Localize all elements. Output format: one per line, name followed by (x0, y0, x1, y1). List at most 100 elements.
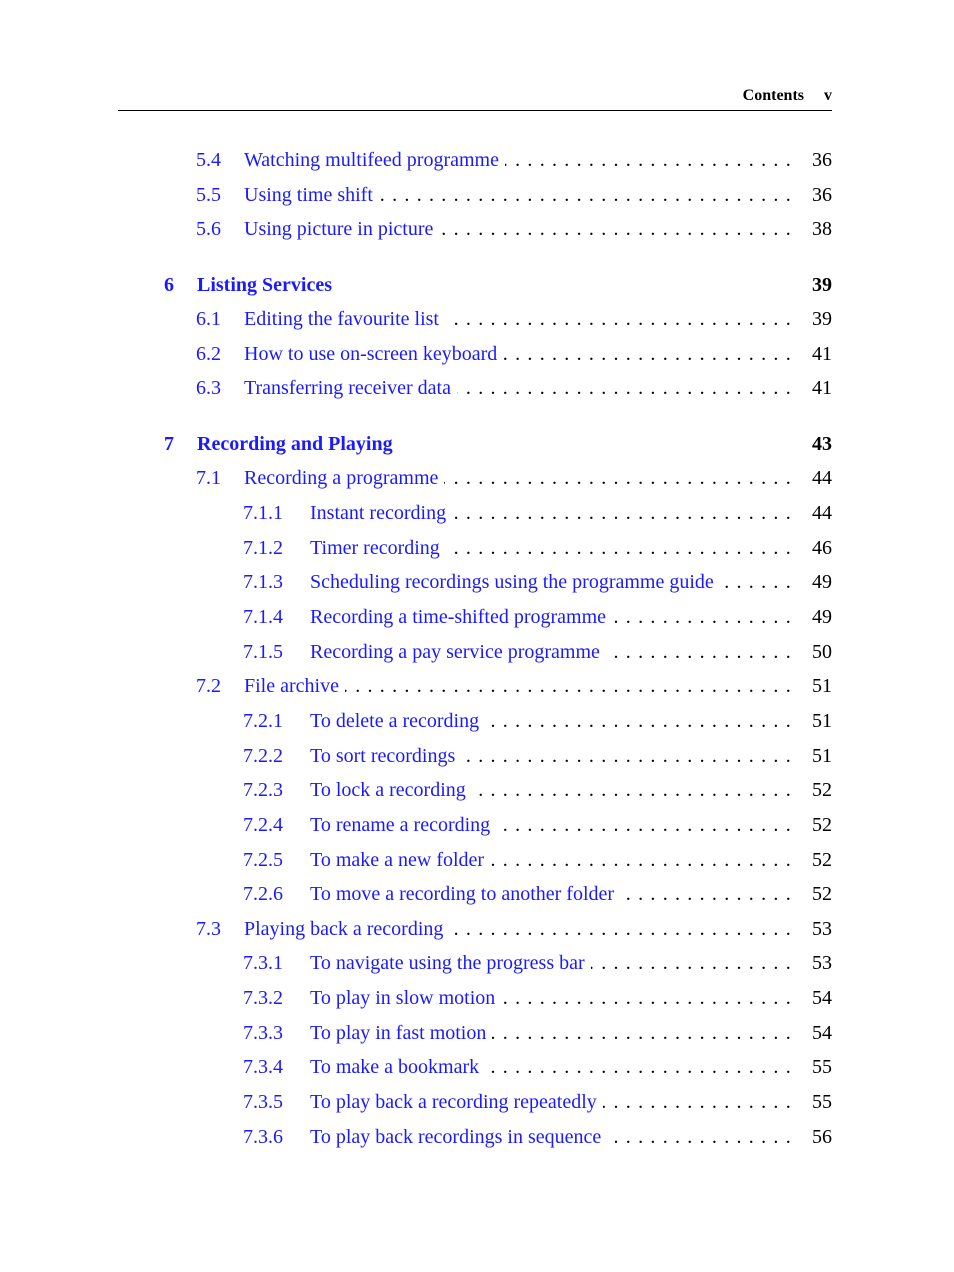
toc-chapter-entry[interactable]: 7 Recording and Playing 43 (0, 429, 954, 459)
toc-chapter-entry[interactable]: 6 Listing Services 39 (0, 270, 954, 300)
toc-entry-title[interactable]: File archive (244, 671, 345, 701)
toc-entry-title[interactable]: To lock a recording (310, 775, 472, 805)
toc-entry-title[interactable]: To make a bookmark (310, 1052, 486, 1082)
toc-entry-page: 55 (812, 1056, 832, 1078)
toc-section-entry[interactable]: 7.2.3...................................… (0, 775, 954, 805)
toc-entry-page: 46 (812, 537, 832, 559)
toc-section-entry[interactable]: 6.2.....................................… (0, 339, 954, 369)
toc-entry-title[interactable]: To play in fast motion (310, 1018, 493, 1048)
toc-entry-number[interactable]: 5.5 (196, 180, 221, 210)
toc-entry-page: 53 (812, 918, 832, 940)
toc-section-entry[interactable]: 7.3.3...................................… (0, 1018, 954, 1048)
toc-entry-number[interactable]: 7.2 (196, 671, 221, 701)
toc-entry-number[interactable]: 6.2 (196, 339, 221, 369)
toc-entry-number[interactable]: 7.2.6 (243, 879, 283, 909)
toc-entry-title[interactable]: Instant recording (310, 498, 453, 528)
toc-entry-number[interactable]: 7.3.1 (243, 948, 283, 978)
toc-entry-number[interactable]: 7.3.4 (243, 1052, 283, 1082)
toc-entry-number[interactable]: 7.1.5 (243, 637, 283, 667)
toc-section-entry[interactable]: 7.2.4...................................… (0, 810, 954, 840)
toc-entry-number[interactable]: 5.6 (196, 214, 221, 244)
toc-entry-title[interactable]: Recording a pay service programme (310, 637, 606, 667)
header-page-number: v (824, 87, 832, 104)
toc-section-entry[interactable]: 7.1.2...................................… (0, 533, 954, 563)
toc-entry-title[interactable]: Scheduling recordings using the programm… (310, 567, 720, 597)
toc-section-entry[interactable]: 7.3.5...................................… (0, 1087, 954, 1117)
toc-entry-number[interactable]: 7.2.2 (243, 741, 283, 771)
toc-entry-title[interactable]: To sort recordings (310, 741, 462, 771)
toc-section-entry[interactable]: 7.3.....................................… (0, 914, 954, 944)
toc-section-entry[interactable]: 5.4.....................................… (0, 145, 954, 175)
toc-entry-title[interactable]: Editing the favourite list (244, 304, 445, 334)
toc-entry-title[interactable]: Playing back a recording (244, 914, 450, 944)
toc-entry-number[interactable]: 7.2.4 (243, 810, 283, 840)
toc-section-entry[interactable]: 7.2.5...................................… (0, 845, 954, 875)
toc-entry-number[interactable]: 7.3 (196, 914, 221, 944)
toc-entry-title[interactable]: Recording a time-shifted programme (310, 602, 613, 632)
toc-section-entry[interactable]: 7.1.....................................… (0, 463, 954, 493)
toc-entry-title[interactable]: How to use on-screen keyboard (244, 339, 504, 369)
toc-section-entry[interactable]: 7.1.3...................................… (0, 567, 954, 597)
toc-entry-page: 39 (812, 308, 832, 330)
toc-entry-number[interactable]: 7.1 (196, 463, 221, 493)
toc-entry-page: 53 (812, 952, 832, 974)
toc-entry-number[interactable]: 7.1.4 (243, 602, 283, 632)
toc-entry-title[interactable]: To play back a recording repeatedly (310, 1087, 603, 1117)
toc-entry-number[interactable]: 7.3.5 (243, 1087, 283, 1117)
toc-entry-number[interactable]: 7.1.1 (243, 498, 283, 528)
toc-section-entry[interactable]: 7.3.6...................................… (0, 1122, 954, 1152)
toc-entry-number[interactable]: 7.2.3 (243, 775, 283, 805)
toc-entry-title[interactable]: To rename a recording (310, 810, 497, 840)
toc-entry-title[interactable]: To make a new folder (310, 845, 491, 875)
toc-entry-page: 41 (812, 343, 832, 365)
toc-entry-title[interactable]: To play in slow motion (310, 983, 502, 1013)
toc-entry-title[interactable]: To delete a recording (310, 706, 486, 736)
toc-section-entry[interactable]: 7.3.4...................................… (0, 1052, 954, 1082)
toc-entry-number[interactable]: 5.4 (196, 145, 221, 175)
toc-entry-page: 49 (812, 571, 832, 593)
toc-entry-page: 52 (812, 883, 832, 905)
toc-entry-number[interactable]: 6.1 (196, 304, 221, 334)
toc-section-entry[interactable]: 7.3.1...................................… (0, 948, 954, 978)
toc-entry-page: 44 (812, 502, 832, 524)
toc-section-entry[interactable]: 7.2.....................................… (0, 671, 954, 701)
toc-entry-title[interactable]: Using picture in picture (244, 214, 440, 244)
toc-entry-number[interactable]: 7 (164, 429, 174, 459)
toc-entry-title[interactable]: Watching multifeed programme (244, 145, 505, 175)
toc-entry-number[interactable]: 7.2.1 (243, 706, 283, 736)
toc-entry-title[interactable]: Listing Services (197, 270, 338, 300)
toc-entry-number[interactable]: 7.3.6 (243, 1122, 283, 1152)
toc-entry-page: 38 (812, 218, 832, 240)
toc-section-entry[interactable]: 5.5.....................................… (0, 180, 954, 210)
toc-entry-title[interactable]: Using time shift (244, 180, 379, 210)
toc-section-entry[interactable]: 6.1.....................................… (0, 304, 954, 334)
toc-entry-title[interactable]: Recording and Playing (197, 429, 399, 459)
toc-entry-title[interactable]: To play back recordings in sequence (310, 1122, 608, 1152)
toc-entry-page: 41 (812, 377, 832, 399)
running-header: Contents v (118, 86, 832, 111)
toc-section-entry[interactable]: 7.1.4...................................… (0, 602, 954, 632)
toc-entry-title[interactable]: To move a recording to another folder (310, 879, 621, 909)
toc-section-entry[interactable]: 7.1.1...................................… (0, 498, 954, 528)
toc-section-entry[interactable]: 7.1.5...................................… (0, 637, 954, 667)
toc-entry-page: 55 (812, 1091, 832, 1113)
toc-entry-number[interactable]: 7.1.2 (243, 533, 283, 563)
toc-entry-title[interactable]: Recording a programme (244, 463, 445, 493)
toc-entry-number[interactable]: 7.3.3 (243, 1018, 283, 1048)
toc-section-entry[interactable]: 7.2.1...................................… (0, 706, 954, 736)
toc-section-entry[interactable]: 5.6.....................................… (0, 214, 954, 244)
toc-entry-page: 36 (812, 184, 832, 206)
toc-entry-number[interactable]: 7.1.3 (243, 567, 283, 597)
toc-entry-number[interactable]: 7.3.2 (243, 983, 283, 1013)
toc-entry-page: 56 (812, 1126, 832, 1148)
toc-section-entry[interactable]: 7.3.2...................................… (0, 983, 954, 1013)
toc-entry-number[interactable]: 6 (164, 270, 174, 300)
toc-entry-number[interactable]: 6.3 (196, 373, 221, 403)
toc-section-entry[interactable]: 6.3.....................................… (0, 373, 954, 403)
toc-entry-title[interactable]: Timer recording (310, 533, 446, 563)
toc-entry-number[interactable]: 7.2.5 (243, 845, 283, 875)
toc-section-entry[interactable]: 7.2.2...................................… (0, 741, 954, 771)
toc-entry-title[interactable]: Transferring receiver data (244, 373, 457, 403)
toc-section-entry[interactable]: 7.2.6...................................… (0, 879, 954, 909)
toc-entry-title[interactable]: To navigate using the progress bar (310, 948, 591, 978)
